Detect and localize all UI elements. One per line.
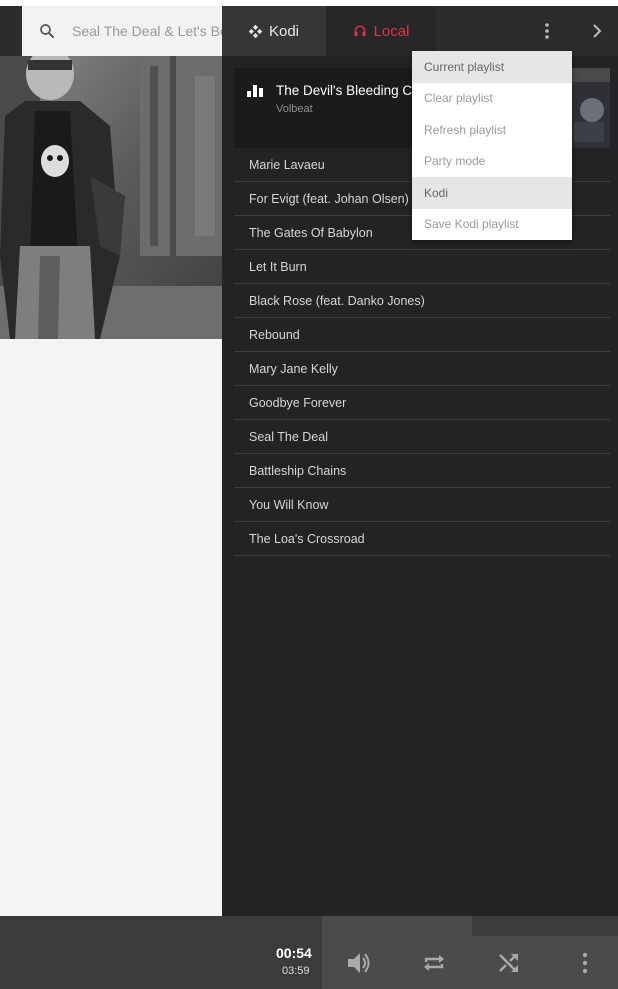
kodi-icon [248,24,262,38]
menu-item-current-playlist[interactable]: Current playlist [412,51,572,83]
tab-local-label: Local [373,22,410,40]
menu-item-party-mode[interactable]: Party mode [412,146,572,178]
search-icon [40,24,54,38]
shuffle-button[interactable] [484,936,534,989]
list-item[interactable]: Battleship Chains [234,454,610,488]
tab-kodi[interactable]: Kodi [222,6,326,56]
more-vertical-icon [582,952,588,973]
list-item[interactable]: Rebound [234,318,610,352]
total-time: 03:59 [282,965,310,977]
left-pane-blank [0,339,222,916]
album-art [568,68,610,148]
now-playing-artist: Volbeat [276,103,313,115]
volume-button[interactable] [334,936,384,989]
app-root: Kodi Local [0,0,618,989]
menu-item-kodi[interactable]: Kodi [412,177,572,209]
menu-item-save-kodi-playlist[interactable]: Save Kodi playlist [412,209,572,241]
player-bar: 00:54 03:59 [0,916,618,989]
tab-local[interactable]: Local [326,6,436,56]
repeat-icon [424,954,444,971]
playlist-menu: Current playlist Clear playlist Refresh … [412,51,572,240]
headphones-icon [354,25,366,37]
more-menu-button[interactable] [530,6,564,56]
list-item[interactable]: You Will Know [234,488,610,522]
next-panel-button[interactable] [582,6,612,56]
header: Kodi Local [0,6,618,56]
list-item[interactable]: The Loa's Crossroad [234,522,610,556]
list-item[interactable]: Mary Jane Kelly [234,352,610,386]
chevron-right-icon [593,24,602,38]
list-item[interactable]: Let It Burn [234,250,610,284]
shuffle-icon [499,953,518,972]
repeat-button[interactable] [409,936,459,989]
list-item[interactable]: Goodbye Forever [234,386,610,420]
list-item[interactable]: Seal The Deal [234,420,610,454]
progress-area[interactable] [322,916,472,936]
player-more-button[interactable] [560,936,610,989]
equalizer-icon [247,85,263,97]
menu-item-clear-playlist[interactable]: Clear playlist [412,83,572,115]
list-item[interactable]: Black Rose (feat. Danko Jones) [234,284,610,318]
current-time: 00:54 [276,945,312,961]
more-vertical-icon [545,23,549,39]
artist-image [0,56,222,339]
search-box[interactable] [22,6,222,56]
menu-item-refresh-playlist[interactable]: Refresh playlist [412,114,572,146]
volume-icon [348,952,370,973]
tab-kodi-label: Kodi [268,22,300,40]
search-input[interactable] [72,23,222,39]
